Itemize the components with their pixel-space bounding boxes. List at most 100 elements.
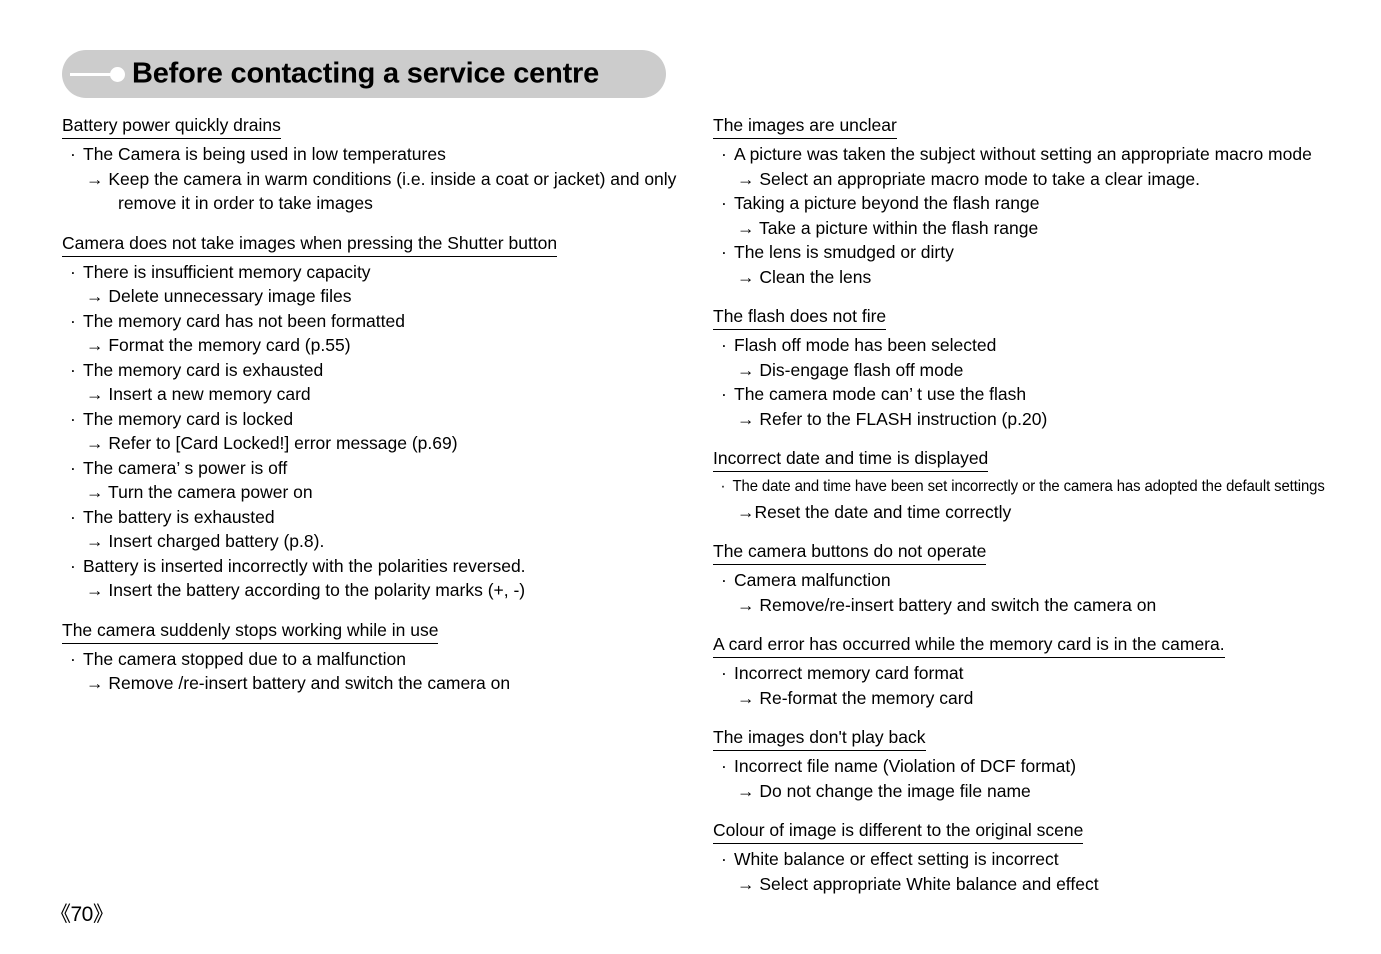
bullet-dot-decoration-icon <box>110 67 125 82</box>
problem-line: · The memory card has not been formatted <box>62 309 702 334</box>
problem-line: · The memory card is exhausted <box>62 358 702 383</box>
problem-line: · Battery is inserted incorrectly with th… <box>62 554 702 579</box>
problem-text: The camera stopped due to a malfunction <box>83 648 406 669</box>
problem-text: The date and time have been set incorrec… <box>732 478 1325 495</box>
bullet-dot-icon: · <box>720 478 726 495</box>
bullet-dot-icon: · <box>70 506 76 527</box>
solution-line: → Insert a new memory card <box>86 384 311 404</box>
bullet-dot-icon: · <box>70 648 76 669</box>
problem-line: · White balance or effect setting is inco… <box>713 847 1313 872</box>
solution-line: → Re-format the memory card <box>737 687 974 708</box>
problem-text: There is insufficient memory capacity <box>83 261 371 282</box>
problem-line: · Incorrect file name (Violation of DCF f… <box>713 754 1313 779</box>
section-heading: The flash does not fire <box>713 304 887 330</box>
solution-line: → Clean the lens <box>737 266 872 287</box>
problem-text: The lens is smudged or dirty <box>734 242 954 262</box>
bullet-dot-icon: · <box>70 359 76 380</box>
problem-line: · There is insufficient memory capacity <box>62 260 702 285</box>
left-content-column: Battery power quickly drains · The Camera … <box>62 113 702 696</box>
solution-line: → Select an appropriate macro mode to ta… <box>737 168 1201 189</box>
problem-text: The battery is exhausted <box>83 506 275 527</box>
troubleshooting-section: Colour of image is different to the orig… <box>713 818 1313 896</box>
problem-line: · The battery is exhausted <box>62 505 702 530</box>
problem-text: The memory card is exhausted <box>83 359 324 380</box>
bullet-dot-icon: · <box>70 555 76 576</box>
solution-line: → Delete unnecessary image files <box>86 286 352 306</box>
problem-line: · The camera stopped due to a malfunction <box>62 647 702 672</box>
troubleshooting-section: The flash does not fire · Flash off mode h… <box>713 304 1313 431</box>
solution-line: → Keep the camera in warm conditions (i.… <box>86 168 677 189</box>
troubleshooting-section: The camera buttons do not operate · Camera… <box>713 539 1313 617</box>
page-title: Before contacting a service centre <box>132 57 600 90</box>
problem-text: Taking a picture beyond the flash range <box>734 193 1040 213</box>
section-heading: The images don't play back <box>713 725 926 751</box>
problem-text: The camera mode can’ t use the flash <box>734 384 1027 404</box>
solution-continuation-line: remove it in order to take images <box>118 193 373 213</box>
troubleshooting-section: The images are unclear · A picture was tak… <box>713 113 1313 289</box>
section-heading: Battery power quickly drains <box>62 113 281 139</box>
solution-line: → Select appropriate White balance and e… <box>737 873 1099 894</box>
section-heading: The camera suddenly stops working while … <box>62 618 439 644</box>
bullet-dot-icon: · <box>721 663 727 683</box>
problem-text: Incorrect memory card format <box>734 663 964 683</box>
problem-line: · The camera mode can’ t use the flash <box>713 382 1313 407</box>
problem-text: A picture was taken the subject without … <box>734 144 1312 164</box>
problem-line: · The memory card is locked <box>62 407 702 432</box>
solution-line: → Format the memory card (p.55) <box>86 335 351 355</box>
section-heading: The images are unclear <box>713 113 897 139</box>
bullet-dot-icon: · <box>721 756 727 776</box>
solution-line: →Reset the date and time correctly <box>737 501 1012 522</box>
section-heading: Incorrect date and time is displayed <box>713 446 989 472</box>
bullet-dot-icon: · <box>721 570 727 590</box>
problem-line: · The Camera is being used in low tempera… <box>62 142 702 167</box>
bullet-dot-icon: · <box>721 335 727 355</box>
bullet-dot-icon: · <box>721 849 727 869</box>
problem-line: · The lens is smudged or dirty <box>713 240 1313 265</box>
problem-text: Flash off mode has been selected <box>734 335 997 355</box>
section-heading: The camera buttons do not operate <box>713 539 987 565</box>
problem-line: · A picture was taken the subject without… <box>713 142 1313 167</box>
troubleshooting-section: Camera does not take images when pressin… <box>62 231 702 603</box>
problem-text: Camera malfunction <box>734 570 891 590</box>
problem-line: · The camera’ s power is off <box>62 456 702 481</box>
bullet-dot-icon: · <box>721 384 727 404</box>
problem-text: The camera’ s power is off <box>83 457 288 478</box>
page-number: 《70》 <box>50 903 114 926</box>
solution-line: → Insert the battery according to the po… <box>86 580 526 600</box>
bullet-dot-icon: · <box>721 242 727 262</box>
section-heading: Camera does not take images when pressin… <box>62 231 558 257</box>
bullet-dot-icon: · <box>70 261 76 282</box>
solution-line: → Turn the camera power on <box>86 482 313 502</box>
problem-text: The memory card has not been formatted <box>83 310 405 331</box>
problem-line: · Flash off mode has been selected <box>713 333 1313 358</box>
troubleshooting-section: The images don't play back · Incorrect fil… <box>713 725 1313 803</box>
solution-line: → Refer to [Card Locked!] error message … <box>86 433 458 453</box>
problem-line: · Incorrect memory card format <box>713 661 1313 686</box>
right-content-column: The images are unclear · A picture was tak… <box>713 113 1325 896</box>
troubleshooting-section: Battery power quickly drains · The Camera … <box>62 113 702 216</box>
solution-line: → Dis-engage flash off mode <box>737 359 964 380</box>
solution-line: → Insert charged battery (p.8). <box>86 531 325 551</box>
troubleshooting-section: The camera suddenly stops working while … <box>62 618 702 696</box>
bullet-dot-icon: · <box>70 310 76 331</box>
page-header-banner: Before contacting a service centre <box>62 50 666 98</box>
bullet-dot-icon: · <box>70 457 76 478</box>
bullet-dot-icon: · <box>70 408 76 429</box>
troubleshooting-section: A card error has occurred while the memo… <box>713 632 1313 710</box>
problem-text: White balance or effect setting is incor… <box>734 849 1059 869</box>
bullet-dot-icon: · <box>721 193 727 213</box>
problem-text: Incorrect file name (Violation of DCF fo… <box>734 756 1077 776</box>
problem-line: · Camera malfunction <box>713 568 1313 593</box>
bullet-dot-icon: · <box>70 144 76 164</box>
solution-line: → Remove /re-insert battery and switch t… <box>86 673 511 693</box>
solution-line: → Remove/re-insert battery and switch th… <box>737 594 1157 615</box>
solution-line: → Take a picture within the flash range <box>737 217 1039 238</box>
troubleshooting-section: Incorrect date and time is displayed · The… <box>713 446 1325 524</box>
section-heading: A card error has occurred while the memo… <box>713 632 1225 658</box>
problem-text: Battery is inserted incorrectly with the… <box>83 555 526 576</box>
section-heading: Colour of image is different to the orig… <box>713 818 1084 844</box>
problem-text: The memory card is locked <box>83 408 294 429</box>
solution-line: → Do not change the image file name <box>737 780 1031 801</box>
bullet-dot-icon: · <box>721 144 727 164</box>
problem-text: The Camera is being used in low temperat… <box>83 144 446 164</box>
